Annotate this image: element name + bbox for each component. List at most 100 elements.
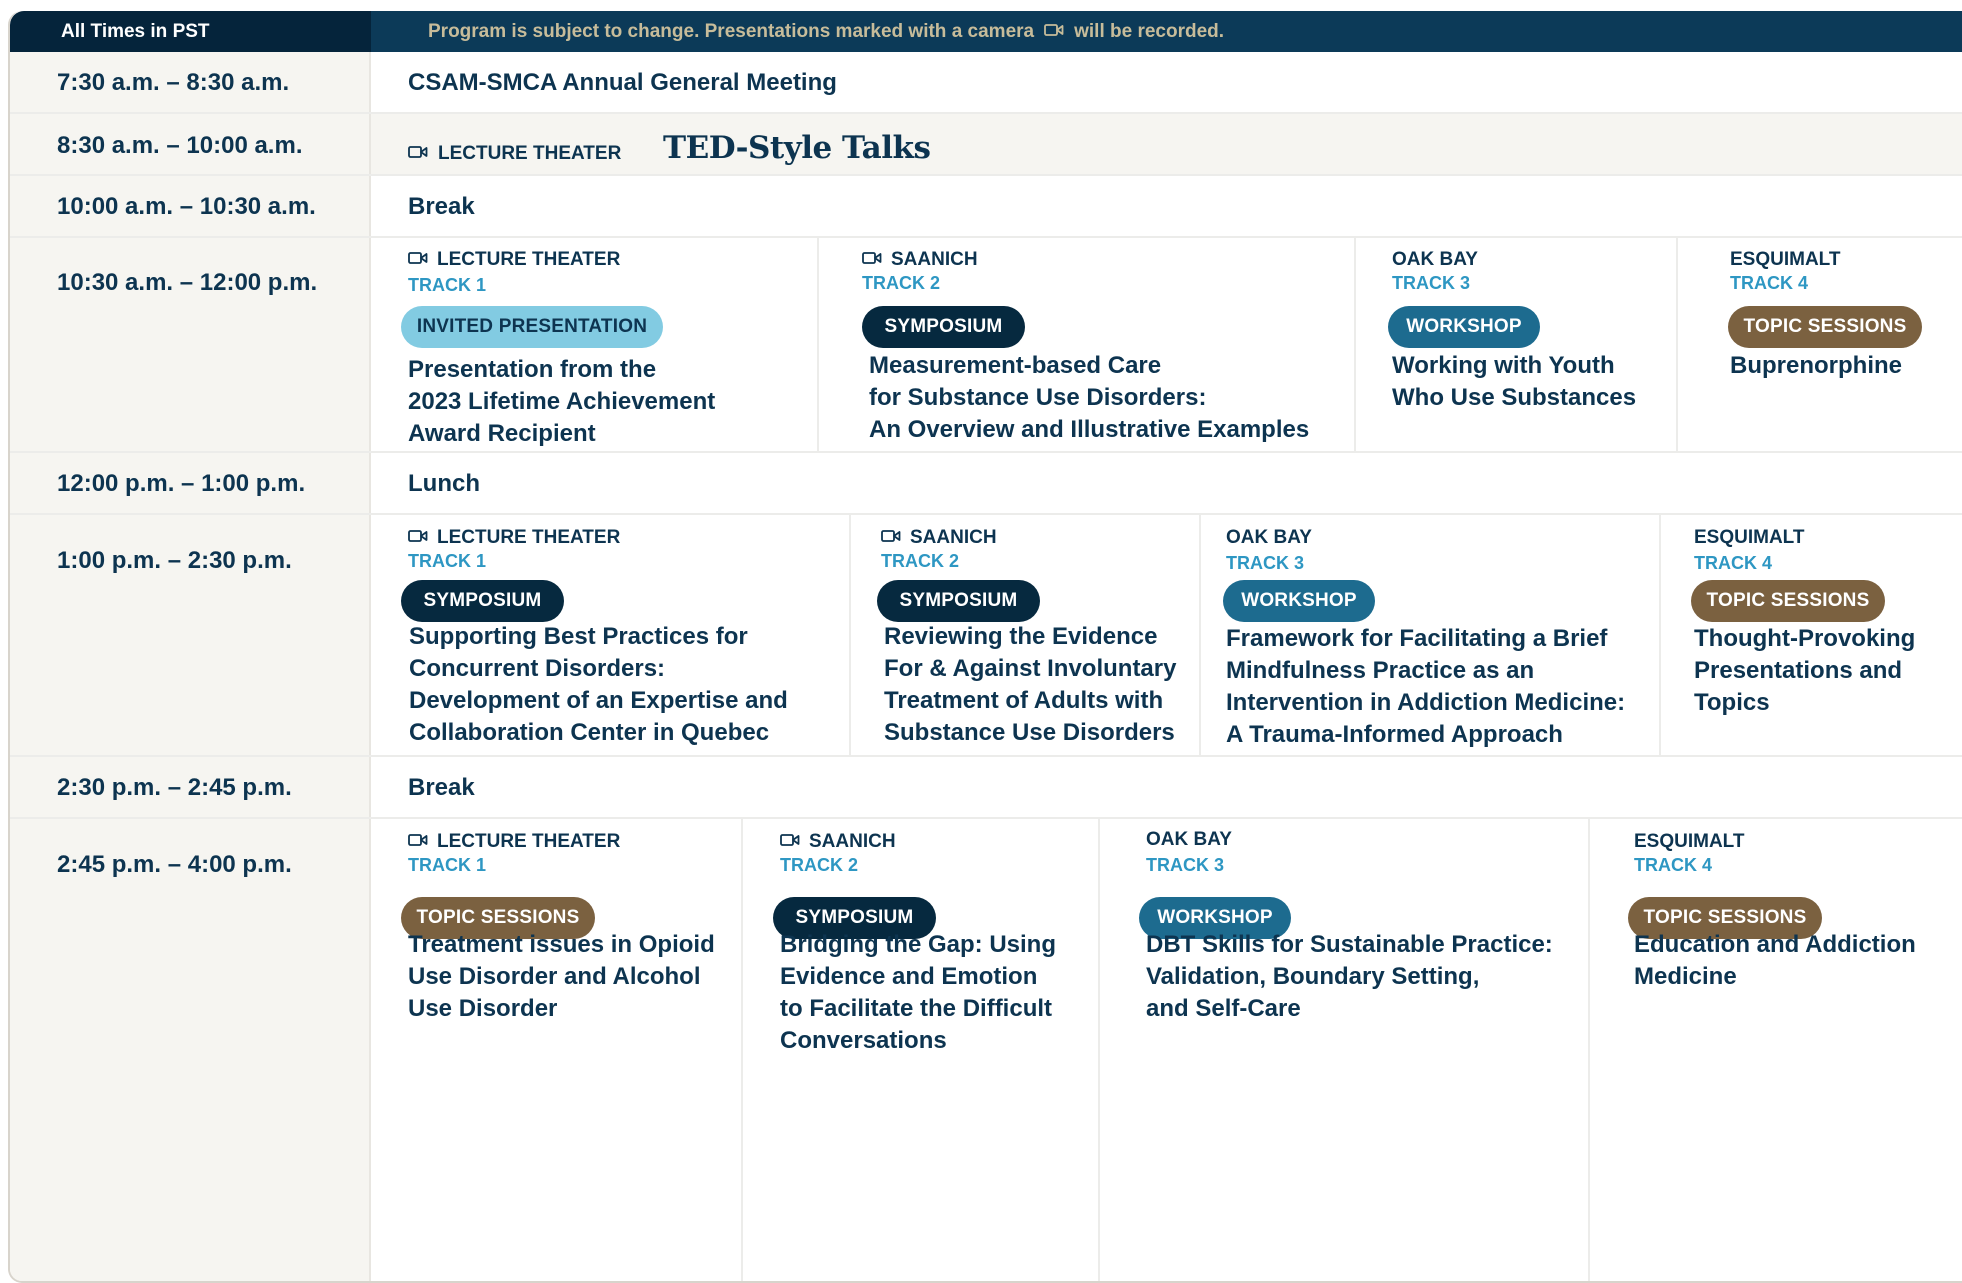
location-label: SAANICH bbox=[881, 527, 997, 549]
session-title: Treatment issues in Opioid Use Disorder a… bbox=[408, 929, 715, 1025]
time-label: 2:30 p.m. – 2:45 p.m. bbox=[57, 774, 292, 801]
notice-text: Program is subject to change. Presentati… bbox=[428, 20, 1035, 42]
session-title-line: Collaboration Center in Quebec bbox=[409, 719, 770, 746]
ted-talks-title: TED-Style Talks bbox=[663, 130, 931, 166]
session-title-line: Presentation from the bbox=[408, 356, 657, 383]
track-label: TRACK 2 bbox=[862, 273, 941, 293]
schedule-row: 2:30 p.m. – 2:45 p.m. Break bbox=[10, 757, 1962, 819]
session-title-line: to Facilitate the Difficult bbox=[780, 995, 1053, 1022]
location-name: LECTURE THEATER bbox=[437, 831, 621, 852]
track-label: TRACK 4 bbox=[1694, 553, 1773, 573]
session-title-line: Supporting Best Practices for bbox=[409, 623, 748, 650]
session-cell: SAANICH TRACK 2 SYMPOSIUM Reviewing the Evi… bbox=[849, 515, 1199, 755]
content-cell: Break bbox=[371, 757, 1962, 817]
location-name: OAK BAY bbox=[1392, 249, 1478, 270]
time-label: 2:45 p.m. – 4:00 p.m. bbox=[57, 851, 292, 878]
time-label: 7:30 a.m. – 8:30 a.m. bbox=[57, 69, 290, 96]
session-title-line: An Overview and Illustrative Examples bbox=[869, 416, 1310, 443]
session-title-line: Use Disorder bbox=[408, 995, 558, 1022]
session-title-line: for Substance Use Disorders: bbox=[869, 384, 1207, 411]
location-label: LECTURE THEATER bbox=[408, 143, 621, 165]
session-title: Framework for Facilitating a Brief Mindfu… bbox=[1226, 623, 1625, 751]
session-cell: OAK BAY TRACK 3 WORKSHOP Working with Youth… bbox=[1354, 238, 1676, 451]
session-type-badge: INVITED PRESENTATION bbox=[401, 306, 663, 348]
camera-icon bbox=[408, 143, 428, 165]
track-label: TRACK 2 bbox=[881, 551, 960, 571]
notice-header: Program is subject to change. Presentati… bbox=[371, 11, 1962, 52]
row-title: Break bbox=[408, 193, 475, 220]
session-cell: LECTURE THEATER TRACK 1 SYMPOSIUM Supportin… bbox=[371, 515, 849, 755]
session-cell: LECTURE THEATER TRACK 1 INVITED PRESENTATI… bbox=[371, 238, 817, 451]
camera-icon bbox=[408, 249, 428, 271]
session-type-badge: SYMPOSIUM bbox=[401, 580, 564, 622]
row-title: Lunch bbox=[408, 470, 480, 497]
location-label: ESQUIMALT bbox=[1634, 831, 1744, 853]
session-title-line: Who Use Substances bbox=[1392, 384, 1637, 411]
timezone-header: All Times in PST bbox=[10, 11, 371, 52]
session-title-line: For & Against Involuntary bbox=[884, 655, 1177, 682]
time-label: 8:30 a.m. – 10:00 a.m. bbox=[57, 132, 303, 159]
session-title-line: 2023 Lifetime Achievement bbox=[408, 388, 716, 415]
content-cell: LECTURE THEATER TED-Style Talks bbox=[371, 114, 1962, 174]
session-type-badge: SYMPOSIUM bbox=[877, 580, 1040, 622]
camera-icon bbox=[408, 831, 428, 853]
camera-icon bbox=[1044, 21, 1064, 43]
session-title-line: Education and Addiction bbox=[1634, 931, 1916, 958]
session-title: Thought-Provoking Presentations and Topics bbox=[1694, 623, 1915, 719]
location-name: LECTURE THEATER bbox=[438, 143, 622, 164]
session-cell: ESQUIMALT TRACK 4 TOPIC SESSIONS Education … bbox=[1588, 819, 1962, 1281]
session-title-line: Evidence and Emotion bbox=[780, 963, 1038, 990]
session-title: Buprenorphine bbox=[1730, 350, 1902, 382]
session-title-line: Conversations bbox=[780, 1027, 947, 1054]
session-cell: SAANICH TRACK 2 SYMPOSIUM Measurement-based… bbox=[817, 238, 1354, 451]
time-cell: 2:30 p.m. – 2:45 p.m. bbox=[10, 757, 371, 817]
row-title: Break bbox=[408, 774, 475, 801]
session-title: Bridging the Gap: Using Evidence and Emot… bbox=[780, 929, 1056, 1057]
camera-icon bbox=[862, 249, 882, 271]
session-title-line: Substance Use Disorders bbox=[884, 719, 1175, 746]
track-label: TRACK 3 bbox=[1392, 273, 1471, 293]
session-title-line: Concurrent Disorders: bbox=[409, 655, 666, 682]
time-cell: 7:30 a.m. – 8:30 a.m. bbox=[10, 52, 371, 112]
time-label: 10:00 a.m. – 10:30 a.m. bbox=[57, 193, 316, 220]
session-title-line: Buprenorphine bbox=[1730, 352, 1902, 379]
session-title-line: Development of an Expertise and bbox=[409, 687, 788, 714]
session-title-line: Treatment issues in Opioid bbox=[408, 931, 715, 958]
time-cell: 8:30 a.m. – 10:00 a.m. bbox=[10, 114, 371, 174]
schedule-row: 12:00 p.m. – 1:00 p.m. Lunch bbox=[10, 453, 1962, 515]
row-title: CSAM-SMCA Annual General Meeting bbox=[408, 69, 837, 96]
session-title: Education and Addiction Medicine bbox=[1634, 929, 1916, 993]
track-label: TRACK 1 bbox=[408, 551, 487, 571]
time-cell: 10:00 a.m. – 10:30 a.m. bbox=[10, 176, 371, 236]
time-cell: 1:00 p.m. – 2:30 p.m. bbox=[10, 515, 371, 755]
session-title-line: Award Recipient bbox=[408, 420, 596, 447]
schedule-row: 7:30 a.m. – 8:30 a.m. CSAM-SMCA Annual Ge… bbox=[10, 52, 1962, 114]
session-title: Measurement-based Care for Substance Use … bbox=[869, 350, 1309, 446]
session-title: DBT Skills for Sustainable Practice: Vali… bbox=[1146, 929, 1553, 1025]
session-title-line: and Self-Care bbox=[1146, 995, 1301, 1022]
location-label: OAK BAY bbox=[1226, 527, 1312, 549]
location-label: ESQUIMALT bbox=[1730, 249, 1840, 271]
location-name: ESQUIMALT bbox=[1634, 831, 1745, 852]
camera-icon bbox=[881, 527, 901, 549]
time-cell: 10:30 a.m. – 12:00 p.m. bbox=[10, 238, 371, 451]
session-title-line: Topics bbox=[1694, 689, 1770, 716]
time-cell: 12:00 p.m. – 1:00 p.m. bbox=[10, 453, 371, 513]
session-title-line: Intervention in Addiction Medicine: bbox=[1226, 689, 1626, 716]
session-title-line: Mindfulness Practice as an bbox=[1226, 657, 1535, 684]
content-cell: Lunch bbox=[371, 453, 1962, 513]
camera-icon bbox=[408, 527, 428, 549]
location-name: ESQUIMALT bbox=[1694, 527, 1805, 548]
location-label: OAK BAY bbox=[1392, 249, 1478, 271]
location-label: LECTURE THEATER bbox=[408, 831, 620, 853]
session-type-badge: WORKSHOP bbox=[1388, 306, 1540, 348]
location-label: OAK BAY bbox=[1146, 829, 1232, 851]
session-cell: SAANICH TRACK 2 SYMPOSIUM Bridging the Gap:… bbox=[741, 819, 1098, 1281]
time-cell: 2:45 p.m. – 4:00 p.m. bbox=[10, 819, 371, 1281]
session-title-line: DBT Skills for Sustainable Practice: bbox=[1146, 931, 1553, 958]
session-title-line: Presentations and bbox=[1694, 657, 1903, 684]
session-title-line: Bridging the Gap: Using bbox=[780, 931, 1056, 958]
time-label: 12:00 p.m. – 1:00 p.m. bbox=[57, 470, 306, 497]
session-row: 2:45 p.m. – 4:00 p.m. LECTURE THEATER TRAC… bbox=[10, 819, 1962, 1281]
session-title-line: Use Disorder and Alcohol bbox=[408, 963, 701, 990]
